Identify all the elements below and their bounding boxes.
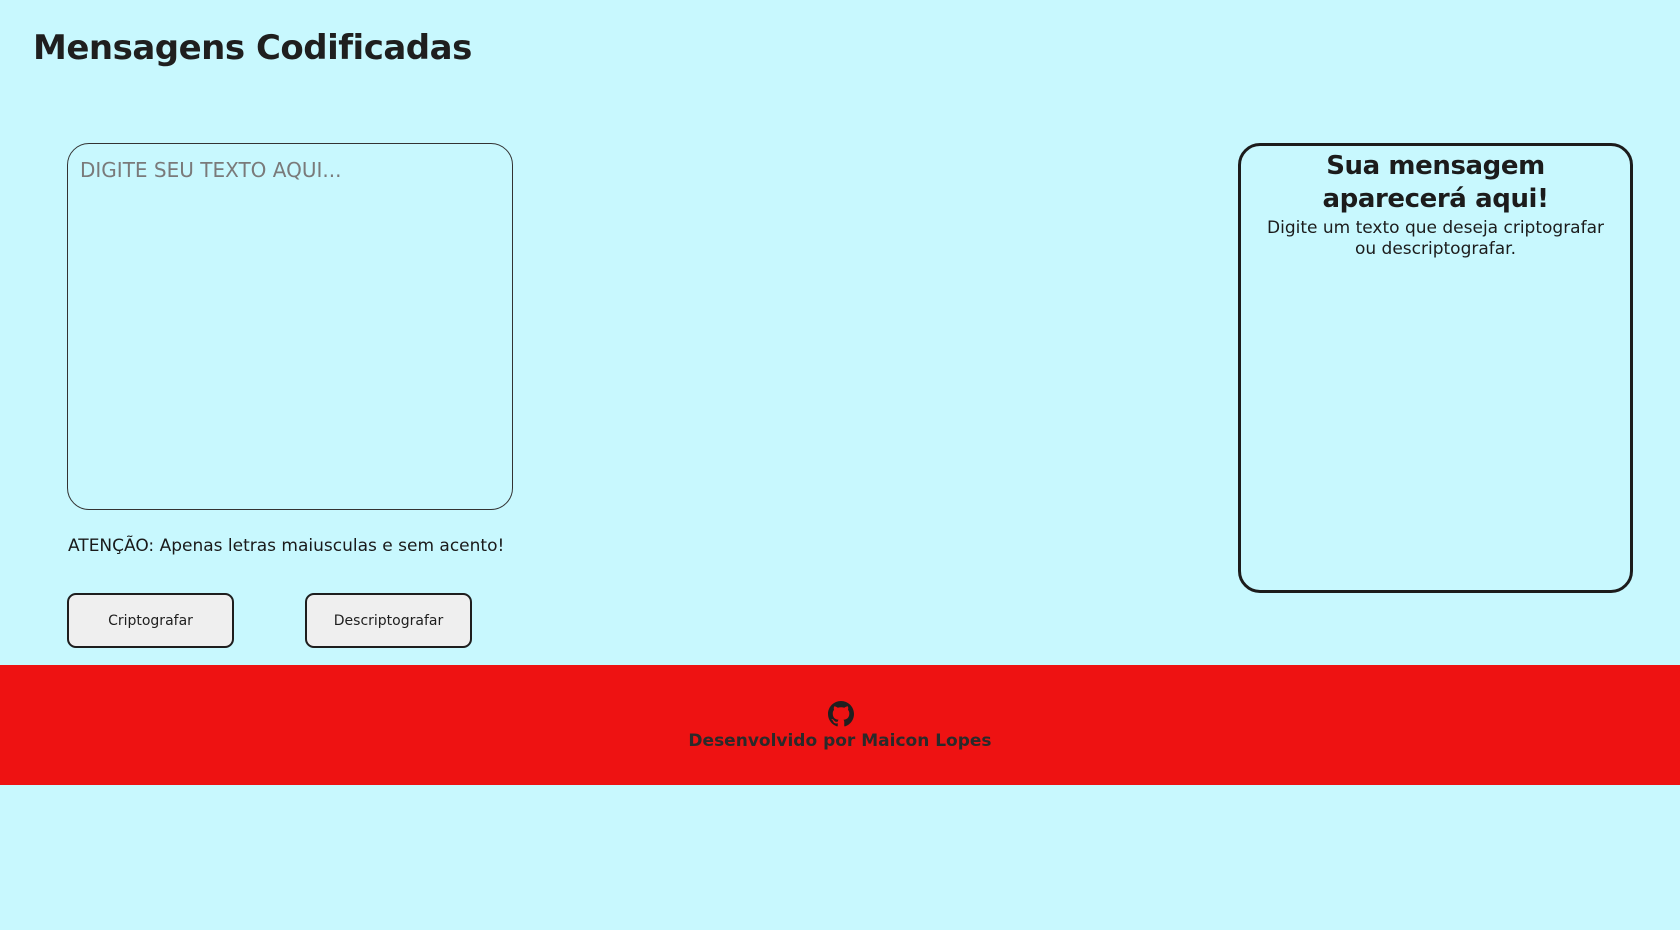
decrypt-button[interactable]: Descriptografar <box>305 593 472 648</box>
output-text: Digite um texto que deseja criptografar … <box>1267 218 1604 259</box>
page-title: Mensagens Codificadas <box>33 28 472 68</box>
output-panel: Sua mensagem aparecerá aqui! Digite um t… <box>1238 143 1633 593</box>
encrypt-button[interactable]: Criptografar <box>67 593 234 648</box>
footer: Desenvolvido por Maicon Lopes <box>0 665 1680 785</box>
message-input[interactable] <box>67 143 513 510</box>
output-title: Sua mensagem aparecerá aqui! <box>1322 151 1549 214</box>
github-icon[interactable] <box>828 701 854 727</box>
footer-credit: Desenvolvido por Maicon Lopes <box>688 731 992 751</box>
warning-text: ATENÇÃO: Apenas letras maiusculas e sem … <box>68 536 505 556</box>
